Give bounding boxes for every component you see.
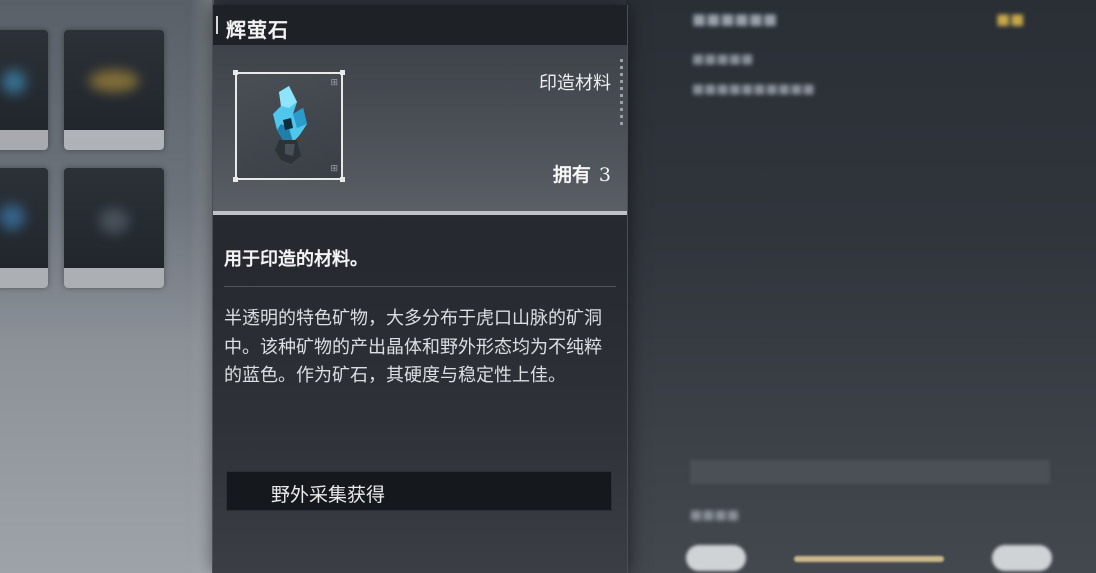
acquisition-source-label: 野外采集获得 [271,484,386,506]
background-item-tile [0,168,48,288]
item-category: 印造材料 [539,73,611,94]
description-separator [224,286,616,287]
owned-count: 拥有 3 [553,160,611,187]
background-item-tile [64,168,164,288]
item-icon-frame: ⊞ ⊞ [233,70,345,182]
acquisition-source-button[interactable]: 野外采集获得 [226,471,612,511]
background-left-inventory [0,0,214,573]
owned-label: 拥有 [552,164,591,186]
header-accent-bar [216,16,218,34]
item-detail-panel: 辉萤石 ⊞ ⊞ 印造材料 拥有 3 用于印造的材料。 半透明的特色矿物，大多分布… [212,5,628,573]
item-short-description: 用于印造的材料。 [224,249,368,270]
scroll-indicator [620,59,623,129]
background-right-detail: ■■■■■■ ■■ ■■■■■ ■■■■■■■■■■ ■■■■ [626,0,1096,573]
item-name: 辉萤石 [226,18,289,42]
item-preview-area: ⊞ ⊞ 印造材料 拥有 3 [213,45,627,215]
background-item-tile [0,30,48,150]
background-item-tile [64,30,164,150]
preview-divider [213,211,627,215]
crystal-icon [273,86,307,164]
item-long-description: 半透明的特色矿物，大多分布于虎口山脉的矿洞中。该种矿物的产出晶体和野外形态均为不… [224,308,602,386]
owned-number: 3 [598,164,611,186]
panel-header: 辉萤石 [213,5,627,45]
